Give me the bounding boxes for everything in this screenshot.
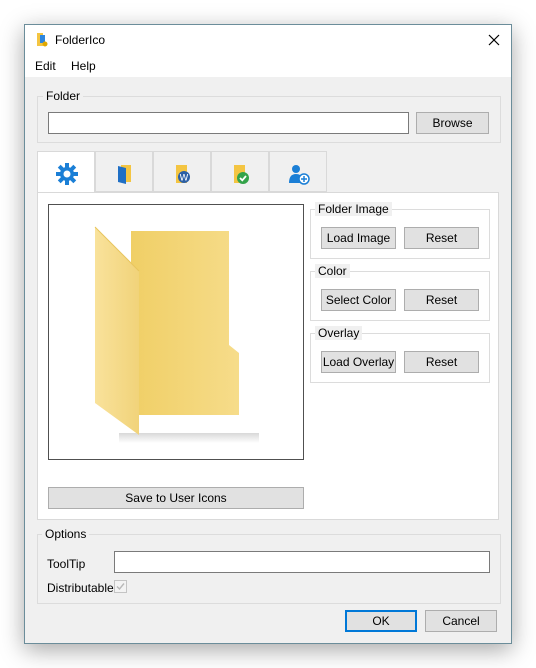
close-button[interactable] <box>481 28 507 52</box>
save-to-user-icons-button[interactable]: Save to User Icons <box>48 487 304 509</box>
color-group: Color Select Color Reset <box>310 264 490 321</box>
blue-folder-icon <box>118 165 131 184</box>
window-title: FolderIco <box>55 33 106 47</box>
cancel-button[interactable]: Cancel <box>425 610 497 632</box>
title-bar: FolderIco <box>25 25 511 55</box>
options-group: Options ToolTip Distributable <box>37 527 501 604</box>
checkmark-icon <box>116 583 125 591</box>
tooltip-label: ToolTip <box>47 557 86 571</box>
folder-image-group: Folder Image Load Image Reset <box>310 202 490 259</box>
distributable-label: Distributable <box>47 581 114 595</box>
menu-edit[interactable]: Edit <box>35 59 56 73</box>
close-icon <box>488 34 500 46</box>
folder-group-title: Folder <box>43 89 84 103</box>
folder-path-input[interactable] <box>48 112 409 134</box>
tab-user-add[interactable] <box>269 151 327 192</box>
folder-preview-box <box>48 204 304 460</box>
overlay-group: Overlay Load Overlay Reset <box>310 326 490 383</box>
reset-color-button[interactable]: Reset <box>404 289 479 311</box>
tab-wordpress-folder[interactable]: W <box>153 151 211 192</box>
menu-bar: Edit Help <box>25 55 511 77</box>
gear-icon <box>56 163 78 185</box>
folder-image-group-title: Folder Image <box>315 202 392 216</box>
checkmark-folder-icon <box>234 165 249 184</box>
folder-preview-icon <box>94 226 259 443</box>
options-group-title: Options <box>42 527 90 541</box>
select-color-button[interactable]: Select Color <box>321 289 396 311</box>
user-add-icon <box>289 165 310 185</box>
app-window: FolderIco Edit Help Folder Browse W Fold… <box>24 24 512 644</box>
tooltip-input[interactable] <box>114 551 490 573</box>
browse-button[interactable]: Browse <box>416 112 489 134</box>
folder-group: Folder Browse <box>37 89 501 143</box>
tab-blue-folder[interactable] <box>95 151 153 192</box>
load-image-button[interactable]: Load Image <box>321 227 396 249</box>
svg-text:W: W <box>180 174 189 184</box>
distributable-checkbox[interactable] <box>114 580 127 593</box>
overlay-group-title: Overlay <box>315 326 363 340</box>
tab-checkmark-folder[interactable] <box>211 151 269 192</box>
color-group-title: Color <box>315 264 350 278</box>
tab-settings[interactable] <box>37 151 95 193</box>
tab-page-settings: Folder Image Load Image Reset Color Sele… <box>37 192 499 520</box>
ok-button[interactable]: OK <box>345 610 417 632</box>
wordpress-folder-icon: W <box>176 165 190 184</box>
app-icon <box>35 32 49 51</box>
reset-overlay-button[interactable]: Reset <box>404 351 479 373</box>
reset-image-button[interactable]: Reset <box>404 227 479 249</box>
load-overlay-button[interactable]: Load Overlay <box>321 351 396 373</box>
menu-help[interactable]: Help <box>71 59 96 73</box>
